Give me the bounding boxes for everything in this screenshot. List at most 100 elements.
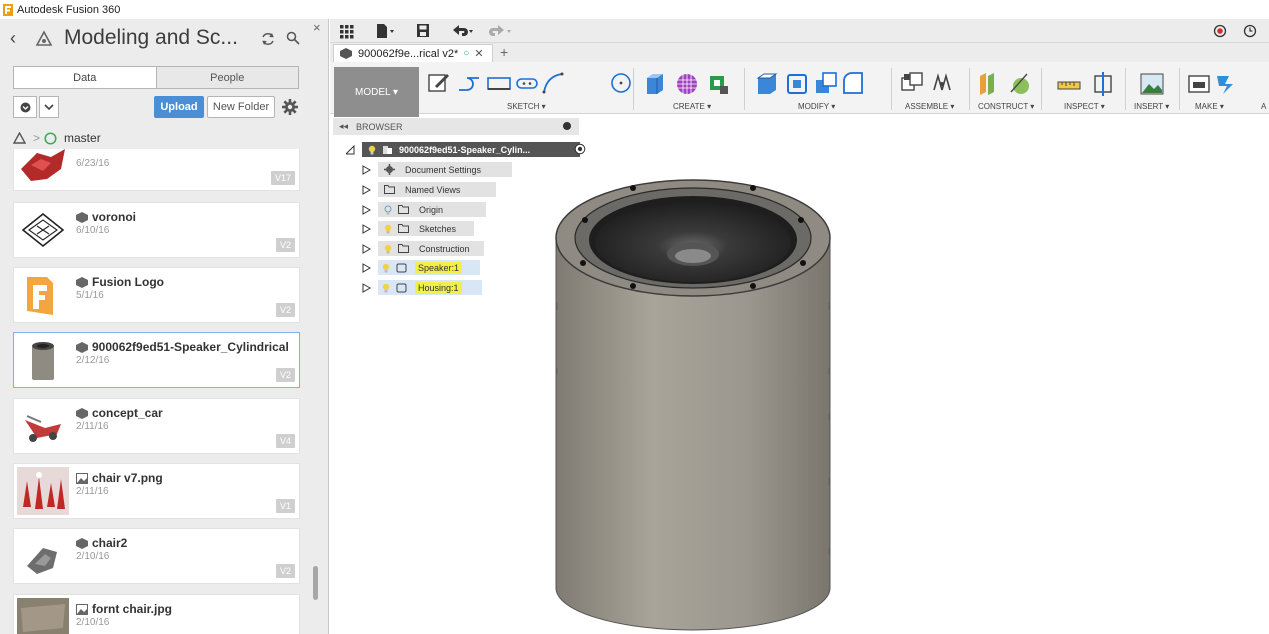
- offset-plane-icon[interactable]: [978, 70, 1002, 96]
- lightbulb-icon[interactable]: [382, 263, 390, 273]
- grid-menu-icon[interactable]: [340, 23, 354, 39]
- list-item[interactable]: 900062f9ed51-Speaker_Cylindrical 2/12/16…: [13, 332, 300, 388]
- data-panel: ‹ Modeling and Sc... × Data People Uploa…: [0, 19, 329, 634]
- collapse-arrows-icon[interactable]: ◂◂: [339, 121, 348, 132]
- joint-icon[interactable]: [930, 70, 954, 96]
- sketch-menu[interactable]: SKETCH ▾: [507, 102, 546, 111]
- create-menu[interactable]: CREATE ▾: [673, 102, 711, 111]
- fillet-icon[interactable]: [841, 70, 865, 96]
- browser-node-document-settings[interactable]: Document Settings: [362, 162, 522, 177]
- save-icon[interactable]: [416, 23, 430, 39]
- back-chevron-icon[interactable]: ‹: [10, 28, 16, 49]
- file-list-scrollbar[interactable]: [313, 566, 318, 600]
- construct-menu[interactable]: CONSTRUCT ▾: [978, 102, 1034, 111]
- filter-dropdown-button[interactable]: [39, 96, 59, 118]
- status-dropdown-button[interactable]: [13, 96, 37, 118]
- insert-image-icon[interactable]: [1140, 70, 1164, 96]
- modify-menu[interactable]: MODIFY ▾: [798, 102, 835, 111]
- browser-node-origin[interactable]: Origin: [362, 202, 522, 217]
- form-grid-icon[interactable]: [675, 70, 699, 96]
- measure-icon[interactable]: [1057, 70, 1081, 96]
- expand-triangle-icon[interactable]: [362, 244, 371, 254]
- lightbulb-icon[interactable]: [384, 224, 392, 234]
- close-tab-icon[interactable]: ✕: [474, 47, 483, 60]
- redo-icon[interactable]: [486, 23, 512, 39]
- combine-icon[interactable]: [814, 70, 838, 96]
- lightbulb-icon[interactable]: [384, 244, 392, 254]
- list-item[interactable]: chair v7.png 2/11/16 V1: [13, 463, 300, 519]
- inspect-menu[interactable]: INSPECT ▾: [1064, 102, 1105, 111]
- hub-icon[interactable]: [13, 132, 26, 144]
- browser-pin-icon[interactable]: [563, 122, 571, 130]
- model-cube-icon: [76, 407, 88, 419]
- expand-triangle-icon[interactable]: [362, 185, 371, 195]
- search-icon[interactable]: [286, 31, 300, 45]
- fusion-workspace: 900062f9e...rical v2* ○ ✕ + MODEL ▾ SKET…: [330, 19, 1269, 634]
- shell-icon[interactable]: [785, 70, 809, 96]
- line-tool-icon[interactable]: [457, 70, 481, 96]
- speaker-cylinder-model[interactable]: [553, 168, 833, 633]
- generate-toolpath-icon[interactable]: [1215, 70, 1239, 96]
- hub-icon[interactable]: [34, 29, 54, 49]
- make-menu[interactable]: MAKE ▾: [1195, 102, 1224, 111]
- rectangle-tool-icon[interactable]: [487, 70, 511, 96]
- file-menu-icon[interactable]: [376, 23, 396, 39]
- browser-header[interactable]: ◂◂ BROWSER: [333, 118, 579, 135]
- extrude-icon[interactable]: [643, 70, 667, 96]
- expand-triangle-icon[interactable]: [362, 224, 371, 234]
- browser-node-named-views[interactable]: Named Views: [362, 182, 522, 197]
- node-label-text: Speaker:1: [415, 261, 463, 274]
- slot-tool-icon[interactable]: [515, 70, 539, 96]
- new-folder-button[interactable]: New Folder: [207, 96, 275, 118]
- tab-people[interactable]: People: [155, 67, 298, 88]
- file-date: 6/23/16: [76, 158, 110, 169]
- expand-triangle-icon[interactable]: [362, 263, 371, 273]
- lightbulb-icon[interactable]: [384, 205, 392, 215]
- list-item[interactable]: voronoi 6/10/16 V2: [13, 202, 300, 258]
- 3d-print-icon[interactable]: [1187, 70, 1211, 96]
- upload-button[interactable]: Upload: [154, 96, 204, 118]
- workspace-switcher-button[interactable]: MODEL ▾: [334, 67, 419, 117]
- project-title[interactable]: Modeling and Sc...: [64, 26, 238, 50]
- clock-icon[interactable]: [1243, 23, 1257, 39]
- undo-icon[interactable]: [450, 23, 476, 39]
- plane-at-angle-icon[interactable]: [1007, 70, 1031, 96]
- list-item[interactable]: fornt chair.jpg 2/10/16: [13, 594, 300, 634]
- browser-node-construction[interactable]: Construction: [362, 241, 522, 256]
- list-item[interactable]: concept_car 2/11/16 V4: [13, 398, 300, 454]
- expand-triangle-icon[interactable]: [346, 145, 355, 155]
- node-label: Housing:1: [378, 280, 482, 295]
- browser-node-housing[interactable]: Housing:1: [362, 280, 522, 295]
- expand-triangle-icon[interactable]: [362, 283, 371, 293]
- list-item[interactable]: Fusion Logo 5/1/16 V2: [13, 267, 300, 323]
- file-name: voronoi: [76, 210, 136, 224]
- record-icon[interactable]: [1213, 23, 1227, 39]
- refresh-icon[interactable]: [260, 31, 276, 47]
- gear-icon[interactable]: [281, 98, 299, 116]
- breadcrumb-master[interactable]: master: [64, 131, 101, 145]
- close-icon[interactable]: ×: [313, 20, 321, 35]
- press-pull-icon[interactable]: [755, 70, 779, 96]
- addins-menu[interactable]: A: [1261, 102, 1266, 111]
- list-item[interactable]: 6/23/16 V17: [13, 149, 300, 191]
- active-radio-icon[interactable]: [574, 143, 586, 155]
- expand-triangle-icon[interactable]: [362, 165, 371, 175]
- arc-tool-icon[interactable]: [541, 70, 565, 96]
- list-item[interactable]: chair2 2/10/16 V2: [13, 528, 300, 584]
- create-sketch-icon[interactable]: [427, 70, 451, 96]
- circle-tool-icon[interactable]: [609, 70, 633, 96]
- lightbulb-icon[interactable]: [368, 145, 376, 155]
- document-tab[interactable]: 900062f9e...rical v2* ○ ✕: [333, 44, 493, 62]
- browser-root-node[interactable]: 900062f9ed51-Speaker_Cylin...: [346, 142, 586, 157]
- expand-triangle-icon[interactable]: [362, 205, 371, 215]
- new-tab-icon[interactable]: +: [500, 44, 508, 60]
- assemble-menu[interactable]: ASSEMBLE ▾: [905, 102, 954, 111]
- insert-menu[interactable]: INSERT ▾: [1134, 102, 1169, 111]
- derive-icon[interactable]: [706, 70, 730, 96]
- browser-node-speaker[interactable]: Speaker:1: [362, 260, 522, 275]
- new-component-icon[interactable]: [900, 70, 924, 96]
- browser-node-sketches[interactable]: Sketches: [362, 221, 522, 236]
- tab-data[interactable]: Data: [14, 67, 156, 88]
- lightbulb-icon[interactable]: [382, 283, 390, 293]
- section-analysis-icon[interactable]: [1091, 70, 1115, 96]
